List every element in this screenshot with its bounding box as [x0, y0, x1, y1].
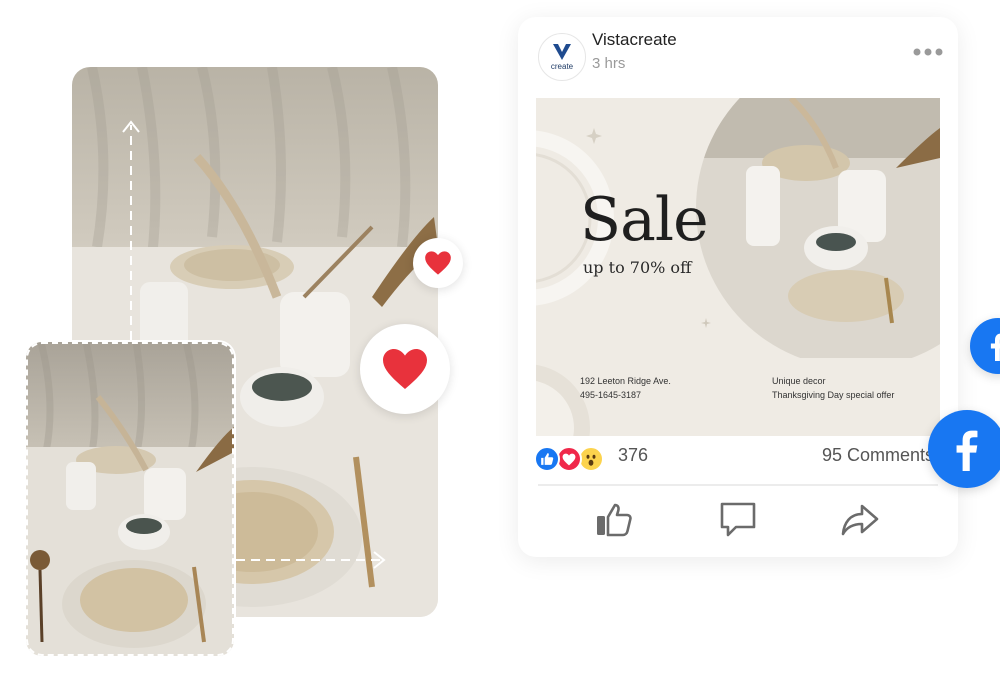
avatar-label: create: [550, 62, 574, 71]
heart-reaction-large: [360, 324, 450, 414]
like-button[interactable]: [592, 500, 636, 540]
facebook-icon: [990, 333, 1000, 361]
facebook-badge-small: [970, 318, 1000, 374]
comment-button[interactable]: [716, 500, 760, 540]
reaction-summary[interactable]: [534, 442, 624, 476]
offer-line: Thanksgiving Day special offer: [772, 390, 895, 400]
more-horizontal-icon[interactable]: [912, 47, 944, 57]
comment-icon: [720, 502, 756, 537]
like-icon: [597, 503, 632, 537]
post-timestamp[interactable]: 3 hrs: [592, 55, 625, 72]
post-image-banner[interactable]: Sale up to 70% off 192 Leeton Ridge Ave.…: [536, 98, 940, 436]
sale-subtitle: up to 70% off: [583, 258, 692, 277]
heart-reaction-small: [413, 238, 463, 288]
avatar[interactable]: create: [538, 33, 586, 81]
facebook-post-card: create Vistacreate 3 hrs Sale up to 70% …: [518, 17, 958, 557]
sale-title: Sale: [580, 185, 709, 255]
vistacreate-logo-icon: [553, 44, 571, 60]
share-icon: [841, 504, 879, 536]
facebook-badge-large: [928, 410, 1000, 488]
like-reaction-icon: [534, 446, 560, 472]
divider: [538, 484, 938, 486]
heart-icon: [383, 349, 427, 389]
address-line: 192 Leeton Ridge Ave.: [580, 376, 671, 386]
store-address: 192 Leeton Ridge Ave. 495-1645-3187: [580, 374, 671, 402]
phone-line: 495-1645-3187: [580, 390, 642, 400]
offer-text: Unique decor Thanksgiving Day special of…: [772, 374, 894, 402]
offer-line: Unique decor: [772, 376, 826, 386]
tableware-photo-small: [26, 342, 234, 656]
reaction-count[interactable]: 376: [618, 445, 648, 466]
tableware-illustration-small: [26, 342, 234, 656]
page-name[interactable]: Vistacreate: [592, 30, 677, 50]
share-button[interactable]: [838, 500, 882, 540]
comments-count[interactable]: 95 Comments: [822, 445, 934, 466]
heart-icon: [425, 251, 451, 275]
facebook-icon: [956, 430, 978, 471]
